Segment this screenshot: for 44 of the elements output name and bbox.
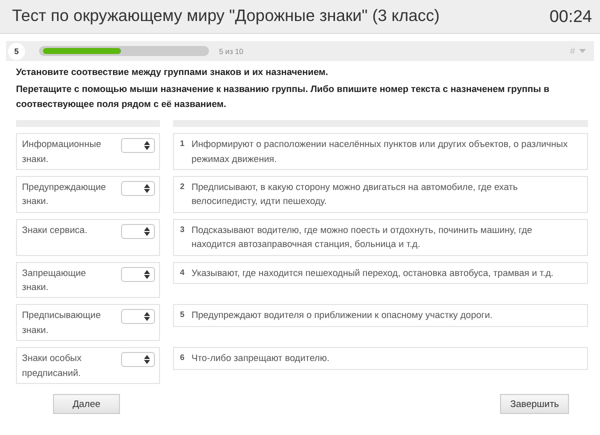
number-select[interactable] <box>121 224 155 239</box>
question-number: 5 <box>8 42 25 60</box>
sort-arrows-icon <box>144 355 150 364</box>
sort-arrows-icon <box>144 312 150 322</box>
number-select[interactable] <box>121 266 155 282</box>
purpose-text: Указывают, где находится пешеходный переход, остановка автобуса, трамвая и т.д. <box>191 266 554 280</box>
instruction-text: Перетащите с помощью мыши назначение к названию группы. Либо впишите номер текста с назначенем группы в соотвествующее поля рядом с её названием. <box>16 83 550 111</box>
purpose-number: 2 <box>180 181 184 194</box>
purpose-text: Предупреждают водителя о приближении к опасному участку дороги. <box>191 309 492 322</box>
number-select[interactable] <box>121 352 155 368</box>
finish-button[interactable]: Завершить <box>500 394 569 414</box>
purpose-text: Подсказывают водителю, где можно поесть и отдохнуть, починить машину, где находится автозаправочная станция, больница и т.д. <box>191 224 534 252</box>
next-button[interactable]: Далее <box>53 394 120 414</box>
group-name: Предупреждающие знаки. <box>22 181 107 208</box>
sort-arrows-icon <box>144 184 150 194</box>
group-name: Предписывающие знаки. <box>22 309 102 337</box>
timer: 00:24 <box>549 6 592 26</box>
purpose-card[interactable]: 6 Что-либо запрещают водителю. <box>173 347 588 370</box>
purpose-card[interactable]: 5 Предупреждают водителя о приближении к опасному участку дороги. <box>173 304 588 327</box>
instruction-text: Установите соотвествие между группами знаков и их назначением. <box>16 66 330 79</box>
group-name: Знаки сервиса. <box>22 224 88 237</box>
purpose-text: Что-либо запрещают водителю. <box>191 352 330 366</box>
test-title: Тест по окружающему миру "Дорожные знаки" (3 класс) <box>12 7 440 26</box>
number-select[interactable] <box>121 138 155 154</box>
number-select[interactable] <box>121 181 155 196</box>
purpose-number: 1 <box>180 138 184 150</box>
purpose-card[interactable]: 2 Предписывают, в какую сторону можно двигаться на автомобиле, где ехать велосипедисту, идти пешеходу. <box>173 176 588 213</box>
purpose-text: Предписывают, в какую сторону можно двигаться на автомобиле, где ехать велосипедисту, идти пешеходу. <box>191 181 519 208</box>
purpose-number: 5 <box>180 309 184 322</box>
purpose-number: 3 <box>180 224 184 236</box>
purpose-number: 6 <box>180 352 184 364</box>
number-select[interactable] <box>121 309 155 324</box>
group-name: Информационные знаки. <box>22 138 102 166</box>
purpose-card[interactable]: 1 Информируют о расположении населённых пунктов или других объектов, о различных режимах движения. <box>173 133 588 170</box>
purpose-card[interactable]: 3 Подсказывают водителю, где можно поесть и отдохнуть, починить машину, где находится автозаправочная станция, больница и т.д. <box>173 218 588 256</box>
group-name: Знаки особых предписаний. <box>22 352 83 380</box>
purpose-card[interactable]: 4 Указывают, где находится пешеходный переход, остановка автобуса, трамвая и т.д. <box>173 262 588 284</box>
sort-arrows-icon <box>144 141 150 150</box>
caret-icon <box>579 49 586 53</box>
purpose-text: Информируют о расположении населённых пунктов или других объектов, о различных режимах движения. <box>191 138 569 166</box>
purpose-number: 4 <box>180 266 184 279</box>
sort-arrows-icon <box>144 270 150 279</box>
sort-arrows-icon <box>144 226 150 236</box>
group-name: Запрещающие знаки. <box>22 266 87 294</box>
